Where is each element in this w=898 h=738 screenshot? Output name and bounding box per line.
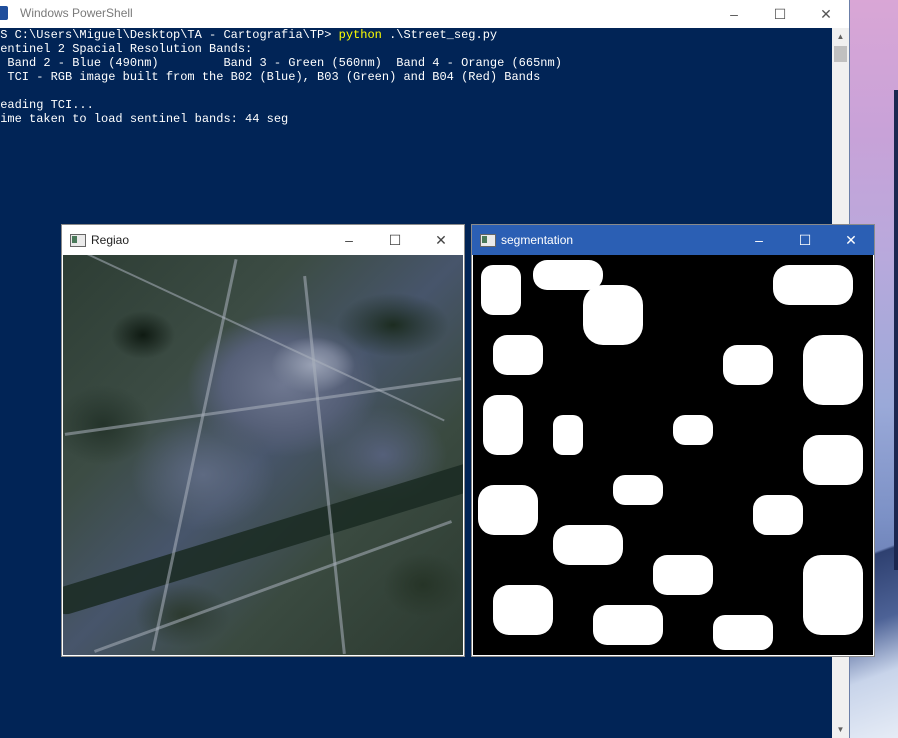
segmentation-close-button[interactable]: ✕ bbox=[828, 225, 874, 255]
satellite-image bbox=[63, 255, 463, 655]
segment-region bbox=[723, 345, 773, 385]
regiao-title: Regiao bbox=[91, 233, 130, 247]
console-line: Reading TCI... bbox=[0, 98, 94, 112]
segment-region bbox=[653, 555, 713, 595]
minimize-button[interactable]: – bbox=[711, 0, 757, 28]
console-line: Sentinel 2 Spacial Resolution Bands: bbox=[0, 42, 253, 56]
maximize-button[interactable]: ☐ bbox=[757, 0, 803, 28]
segmentation-title: segmentation bbox=[501, 233, 574, 247]
maximize-icon: ☐ bbox=[798, 231, 812, 248]
console-line: Band 2 - Blue (490nm) Band 3 - Green (56… bbox=[0, 56, 562, 70]
maximize-icon: ☐ bbox=[773, 5, 787, 22]
regiao-window: Regiao – ☐ ✕ bbox=[62, 225, 464, 656]
powershell-icon bbox=[0, 6, 8, 20]
segment-region bbox=[773, 265, 853, 305]
close-icon: ✕ bbox=[845, 231, 857, 248]
regiao-maximize-button[interactable]: ☐ bbox=[372, 225, 418, 255]
road bbox=[64, 377, 462, 436]
scroll-up-arrow-icon[interactable]: ▲ bbox=[832, 28, 849, 45]
segment-region bbox=[481, 265, 521, 315]
scroll-down-arrow-icon[interactable]: ▼ bbox=[832, 721, 849, 738]
powershell-titlebar[interactable]: Windows PowerShell – ☐ ✕ bbox=[0, 0, 849, 28]
segmentation-titlebar[interactable]: segmentation – ☐ ✕ bbox=[472, 225, 874, 255]
close-icon: ✕ bbox=[435, 231, 447, 248]
segment-region bbox=[593, 605, 663, 645]
minimize-icon: – bbox=[730, 6, 738, 22]
minimize-icon: – bbox=[345, 232, 353, 248]
segment-region bbox=[583, 285, 643, 345]
road bbox=[303, 275, 346, 655]
regiao-minimize-button[interactable]: – bbox=[326, 225, 372, 255]
powershell-title: Windows PowerShell bbox=[20, 6, 133, 20]
segment-region bbox=[613, 475, 663, 505]
segment-region bbox=[803, 435, 863, 485]
scroll-thumb[interactable] bbox=[834, 46, 847, 62]
segment-region bbox=[553, 415, 583, 455]
image-window-icon bbox=[480, 234, 496, 247]
minimize-icon: – bbox=[755, 232, 763, 248]
console-line: TCI - RGB image built from the B02 (Blue… bbox=[0, 70, 541, 84]
console-command: python bbox=[338, 28, 382, 42]
wallpaper-window-edge bbox=[894, 90, 898, 570]
segment-region bbox=[753, 495, 803, 535]
segment-region bbox=[493, 335, 543, 375]
segment-region bbox=[483, 395, 523, 455]
regiao-titlebar[interactable]: Regiao – ☐ ✕ bbox=[62, 225, 464, 255]
console-command-args: .\Street_seg.py bbox=[381, 28, 498, 42]
segment-region bbox=[533, 260, 603, 290]
segment-region bbox=[673, 415, 713, 445]
road bbox=[81, 255, 445, 422]
segment-region bbox=[478, 485, 538, 535]
image-window-icon bbox=[70, 234, 86, 247]
console-line: Time taken to load sentinel bands: 44 se… bbox=[0, 112, 289, 126]
segment-region bbox=[713, 615, 773, 650]
segmentation-image bbox=[473, 255, 873, 655]
segment-region bbox=[493, 585, 553, 635]
maximize-icon: ☐ bbox=[388, 231, 402, 248]
segment-region bbox=[803, 335, 863, 405]
segment-region bbox=[553, 525, 623, 565]
segmentation-window: segmentation – ☐ ✕ bbox=[472, 225, 874, 656]
close-button[interactable]: ✕ bbox=[803, 0, 849, 28]
console-prompt: PS C:\Users\Miguel\Desktop\TA - Cartogra… bbox=[0, 28, 339, 42]
regiao-close-button[interactable]: ✕ bbox=[418, 225, 464, 255]
segmentation-minimize-button[interactable]: – bbox=[736, 225, 782, 255]
close-icon: ✕ bbox=[820, 5, 832, 22]
segment-region bbox=[803, 555, 863, 635]
segmentation-maximize-button[interactable]: ☐ bbox=[782, 225, 828, 255]
